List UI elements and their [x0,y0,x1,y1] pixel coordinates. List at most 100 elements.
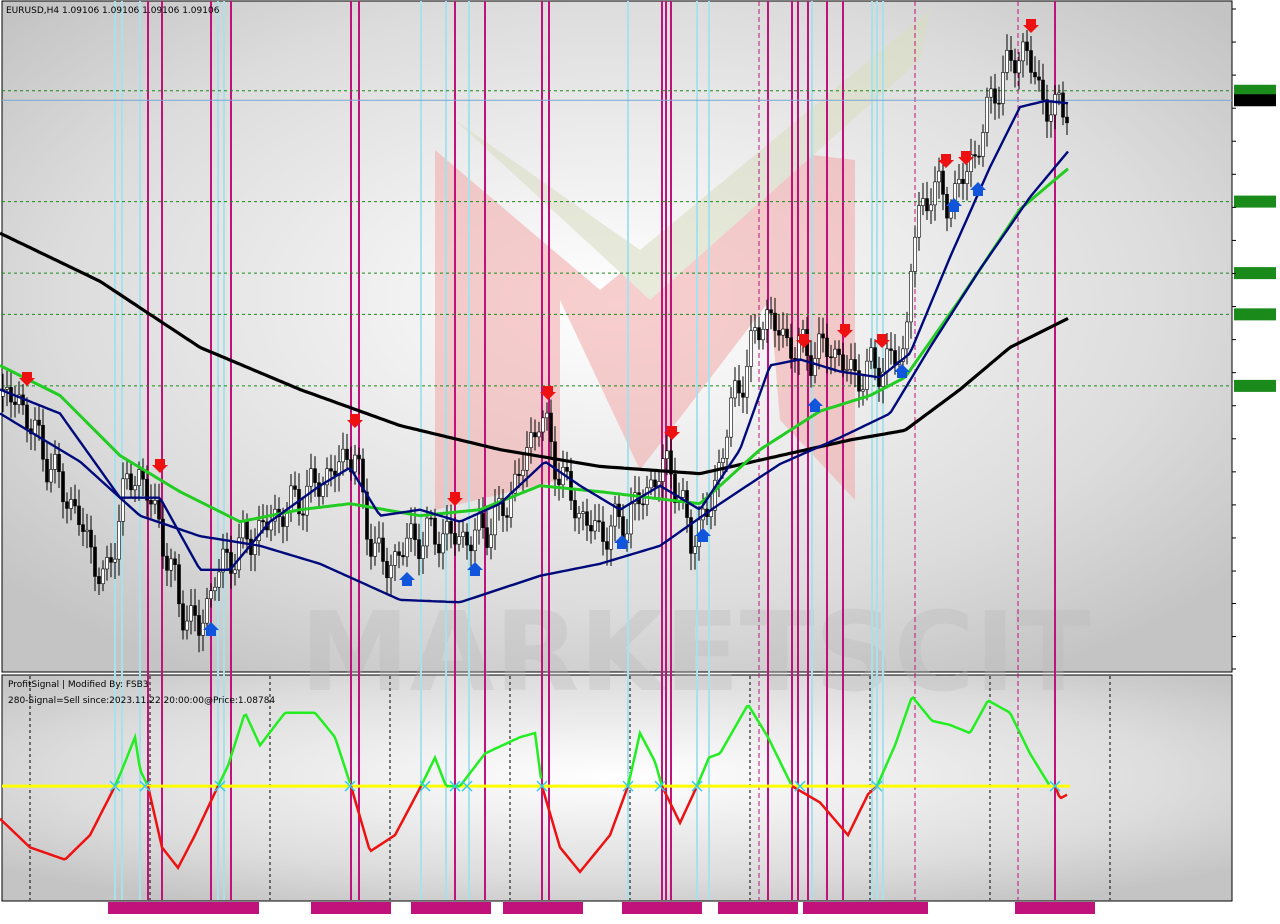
time-label-badge [503,902,583,914]
candle-body [853,359,857,371]
candle-body [45,458,49,483]
candle-body [225,548,229,553]
candle-body [377,537,381,544]
candle-body [1017,60,1021,74]
candle-body [841,354,845,371]
candle-body [493,503,497,536]
candle-body [409,523,413,539]
candle-body [693,546,697,554]
candle-body [369,538,373,557]
candle-body [25,404,29,430]
candle-body [817,333,821,359]
candle-body [169,558,173,571]
candle-body [517,473,521,476]
candle-body [957,178,961,185]
candle-body [1033,72,1037,78]
candle-body [33,419,37,435]
candle-body [261,520,265,523]
candle-body [93,546,97,577]
candle-body [665,450,669,460]
candle-body [821,333,825,339]
candle-body [997,102,1001,105]
candle-body [925,198,929,212]
candle-body [73,499,77,507]
candle-body [429,517,433,520]
svg-text:MARKETSCIT: MARKETSCIT [300,588,1091,716]
chart-window[interactable]: MARKETSCIT EURUSD,H4 1.09106 1.09106 1.0… [0,0,1280,920]
chart-canvas[interactable]: MARKETSCIT EURUSD,H4 1.09106 1.09106 1.0… [0,0,1280,920]
candle-body [357,454,361,460]
candle-body [825,337,829,358]
candle-body [893,350,897,365]
candle-body [65,501,69,509]
level-price-badge [1234,195,1276,208]
candle-body [1009,50,1013,61]
candle-body [873,347,877,369]
candle-body [437,543,441,554]
candle-body [421,545,425,559]
candle-body [541,417,545,433]
time-label-badge [311,902,391,914]
candle-body [809,355,813,376]
candle-body [321,484,325,497]
candle-body [525,447,529,471]
candle-body [1029,50,1033,73]
candle-body [545,412,549,419]
candle-body [125,473,129,480]
current-price-badge [1234,94,1276,107]
candle-body [69,499,73,509]
candle-body [589,525,593,532]
candle-body [869,347,873,362]
candle-body [977,155,981,158]
candle-body [961,178,965,184]
candle-body [937,170,941,183]
candle-body [849,359,853,370]
candle-body [461,531,465,537]
candle-body [61,471,65,503]
candle-body [329,468,333,472]
candle-body [1037,76,1041,81]
candle-body [217,571,221,588]
candle-body [1025,41,1029,51]
candle-body [53,454,57,470]
candle-body [213,586,217,592]
candle-body [129,473,133,491]
candle-body [57,454,61,472]
candle-body [769,309,773,314]
candle-body [313,468,317,483]
candle-body [373,542,377,557]
candle-body [365,491,369,540]
candle-body [341,448,345,463]
time-label-badge [718,902,798,914]
candle-body [133,485,137,491]
candle-body [745,366,749,398]
candle-body [581,511,585,514]
candle-body [309,468,313,487]
candle-body [105,557,109,570]
candle-body [37,419,41,426]
candle-body [505,515,509,518]
candle-body [433,517,437,545]
candle-body [97,576,101,585]
candle-body [85,529,89,532]
candle-body [49,469,53,483]
candle-body [441,533,445,554]
candle-body [845,369,849,371]
candle-body [833,348,837,358]
candle-body [1057,92,1061,95]
candle-body [245,521,249,540]
candle-body [681,490,685,498]
candle-body [917,205,921,238]
candle-body [305,485,309,516]
candle-body [533,432,537,438]
candle-body [981,132,985,157]
candle-body [725,436,729,459]
candle-body [609,525,613,550]
candle-body [593,520,597,532]
candle-body [749,330,753,367]
candle-body [449,521,453,534]
candle-body [741,392,745,398]
candle-body [113,558,117,563]
candle-body [205,598,209,624]
candle-body [885,348,889,373]
